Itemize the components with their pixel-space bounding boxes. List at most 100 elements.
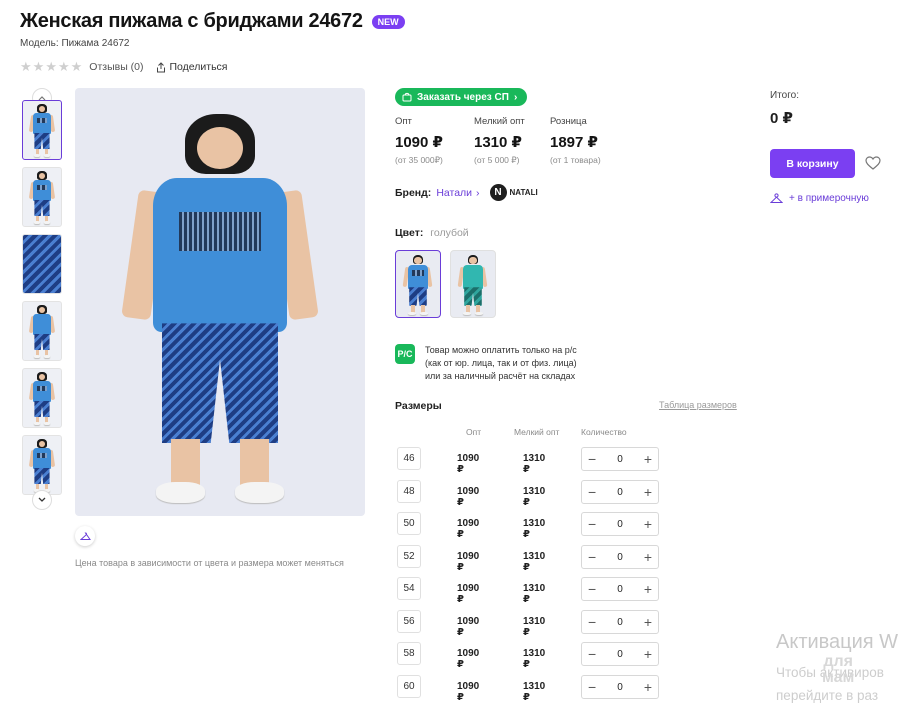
minus-icon[interactable]: − <box>588 615 596 629</box>
thumbnail[interactable] <box>22 167 62 227</box>
opt-price: 1090 ₽ <box>457 551 480 573</box>
size-label: 60 <box>397 675 421 698</box>
thumbnail[interactable] <box>22 301 62 361</box>
plus-icon[interactable]: + <box>644 550 652 564</box>
title-row: Женская пижама с бриджами 24672 NEW <box>20 10 405 33</box>
order-sp-label: Заказать через СП <box>417 91 509 103</box>
size-table-link[interactable]: Таблица размеров <box>659 400 737 410</box>
payment-icon: Р/С <box>395 344 415 364</box>
size-label: 50 <box>397 512 421 535</box>
product-title: Женская пижама с бриджами 24672 <box>20 10 363 32</box>
opt-price: 1090 ₽ <box>457 453 480 475</box>
watermark-logo-line: для <box>823 653 853 670</box>
quantity-value[interactable]: 0 <box>617 552 623 563</box>
color-swatch-teal[interactable] <box>450 250 496 318</box>
plus-icon[interactable]: + <box>644 452 652 466</box>
thumbnail-list <box>22 100 64 498</box>
brand-logo-text: NATALI <box>509 188 538 197</box>
hanger-icon[interactable] <box>75 526 95 546</box>
bag-icon <box>402 92 412 102</box>
quantity-stepper: − 0 + <box>581 610 659 634</box>
minus-icon[interactable]: − <box>588 680 596 694</box>
quantity-stepper: − 0 + <box>581 512 659 536</box>
plus-icon[interactable]: + <box>644 582 652 596</box>
quantity-value[interactable]: 0 <box>617 649 623 660</box>
quantity-stepper: − 0 + <box>581 675 659 699</box>
brand-label: Бренд: <box>395 186 432 199</box>
small-opt-price: 1310 ₽ <box>523 583 546 605</box>
thumbnail[interactable] <box>22 368 62 428</box>
brand-link[interactable]: Натали <box>436 187 472 199</box>
minus-icon[interactable]: − <box>588 452 596 466</box>
reviews-link[interactable]: Отзывы (0) <box>89 61 143 73</box>
fitting-label: + в примерочную <box>789 193 869 204</box>
total-value: 0 ₽ <box>770 110 793 127</box>
price-small-opt: Мелкий опт 1310 ₽ (от 5 000 ₽) <box>474 116 525 166</box>
minus-icon[interactable]: − <box>588 582 596 596</box>
quantity-value[interactable]: 0 <box>617 682 623 693</box>
minus-icon[interactable]: − <box>588 550 596 564</box>
site-watermark-logo: для мам <box>822 654 854 686</box>
brand-logo[interactable]: N NATALI <box>489 184 538 201</box>
thumbs-down-button[interactable] <box>32 490 52 510</box>
star-icon[interactable]: ★ <box>33 59 45 75</box>
order-sp-button[interactable]: Заказать через СП › <box>395 88 528 106</box>
quantity-value[interactable]: 0 <box>617 519 623 530</box>
payment-line: или за наличный расчёт на складах <box>425 371 576 381</box>
small-opt-price: 1310 ₽ <box>523 486 546 508</box>
minus-icon[interactable]: − <box>588 485 596 499</box>
size-label: 54 <box>397 577 421 600</box>
star-icon[interactable]: ★ <box>45 59 57 75</box>
chevron-down-icon <box>38 497 46 502</box>
price-min: (от 1 товара) <box>550 155 601 165</box>
price-retail: Розница 1897 ₽ (от 1 товара) <box>550 116 601 165</box>
column-header-qty: Количество <box>581 427 627 437</box>
size-label: 48 <box>397 480 421 503</box>
model-photo <box>75 88 365 516</box>
color-value: голубой <box>430 227 469 239</box>
sizes-title: Размеры <box>395 400 442 412</box>
thumbnail[interactable] <box>22 100 62 160</box>
column-header-small-opt: Мелкий опт <box>514 427 560 437</box>
chevron-right-icon: › <box>476 186 480 199</box>
add-to-cart-button[interactable]: В корзину <box>770 149 855 178</box>
opt-price: 1090 ₽ <box>457 616 480 638</box>
quantity-value[interactable]: 0 <box>617 487 623 498</box>
new-badge: NEW <box>371 14 405 29</box>
quantity-stepper: − 0 + <box>581 577 659 601</box>
minus-icon[interactable]: − <box>588 517 596 531</box>
total-label: Итого: <box>770 90 799 101</box>
thumbnail[interactable] <box>22 435 62 495</box>
plus-icon[interactable]: + <box>644 615 652 629</box>
rating-row: ★ ★ ★ ★ ★ Отзывы (0) Поделиться <box>20 59 227 75</box>
color-swatch-blue[interactable] <box>395 250 441 318</box>
main-product-image[interactable] <box>75 88 365 516</box>
share-button[interactable]: Поделиться <box>156 61 227 73</box>
add-to-fitting-link[interactable]: + в примерочную <box>770 193 869 204</box>
plus-icon[interactable]: + <box>644 485 652 499</box>
payment-line: Товар можно оплатить только на р/с <box>425 345 577 355</box>
payment-note: Товар можно оплатить только на р/с (как … <box>425 344 625 383</box>
quantity-stepper: − 0 + <box>581 480 659 504</box>
thumbnail[interactable] <box>22 234 62 294</box>
star-icon[interactable]: ★ <box>58 59 70 75</box>
price-label: Мелкий опт <box>474 116 525 127</box>
quantity-stepper: − 0 + <box>581 447 659 471</box>
price-opt: Опт 1090 ₽ (от 35 000₽) <box>395 116 443 166</box>
star-icon[interactable]: ★ <box>20 59 32 75</box>
price-value: 1310 ₽ <box>474 134 522 151</box>
size-label: 52 <box>397 545 421 568</box>
brand-row: Бренд: Натали › N NATALI <box>395 184 538 201</box>
small-opt-price: 1310 ₽ <box>523 518 546 540</box>
opt-price: 1090 ₽ <box>457 681 480 703</box>
quantity-value[interactable]: 0 <box>617 617 623 628</box>
opt-price: 1090 ₽ <box>457 648 480 670</box>
minus-icon[interactable]: − <box>588 647 596 661</box>
plus-icon[interactable]: + <box>644 680 652 694</box>
plus-icon[interactable]: + <box>644 517 652 531</box>
heart-icon[interactable] <box>865 156 881 175</box>
quantity-value[interactable]: 0 <box>617 584 623 595</box>
quantity-value[interactable]: 0 <box>617 454 623 465</box>
star-icon[interactable]: ★ <box>71 59 83 75</box>
plus-icon[interactable]: + <box>644 647 652 661</box>
